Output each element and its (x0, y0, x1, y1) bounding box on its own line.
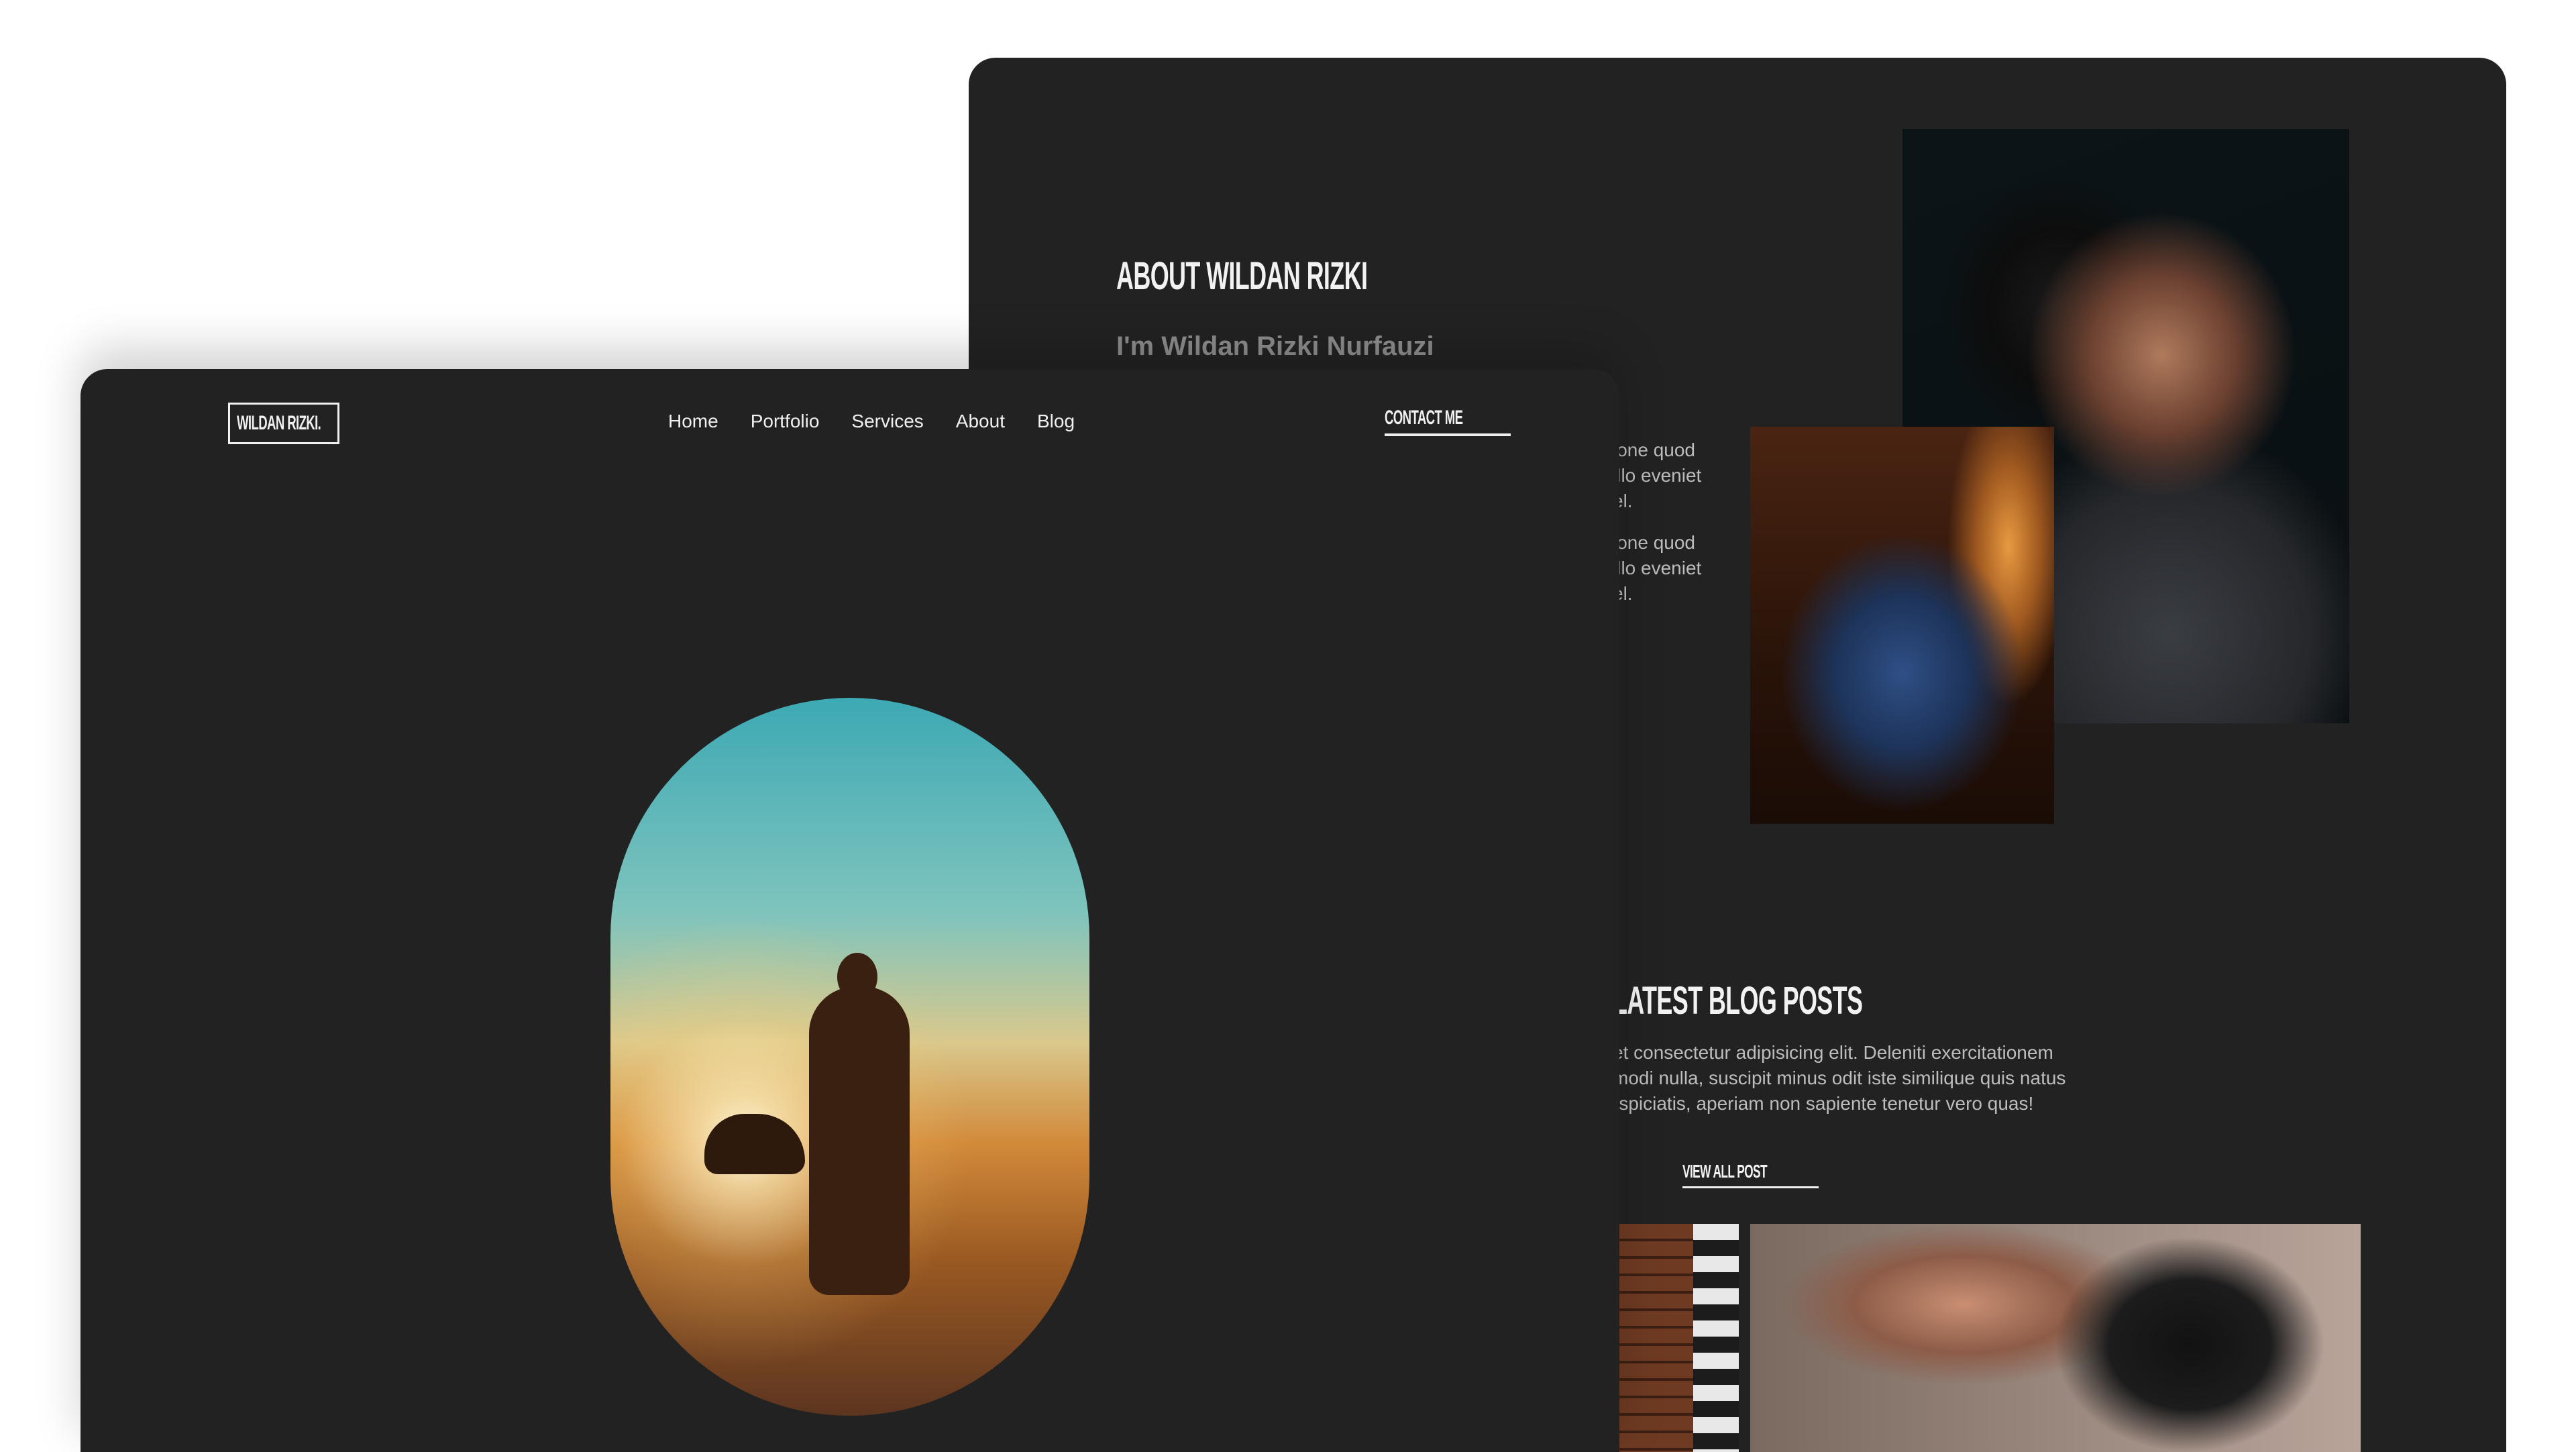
blog-thumbnail-left-detail (1693, 1224, 1739, 1452)
headline-line-2: PROFESSIONAL PHOTOGRAPHER. (458, 660, 1619, 794)
hero-headline: HELLO, I'M WILDAN RIZKI, A PROFESSIONAL … (80, 530, 1619, 793)
nav-item-services[interactable]: Services (851, 411, 923, 432)
about-paragraph-line: illo eveniet (1613, 558, 1702, 578)
blog-text-line: modi nulla, suscipit minus odit iste sim… (1613, 1068, 2066, 1088)
about-section-subtitle: I'm Wildan Rizki Nurfauzi (1116, 331, 1434, 361)
blog-section-title: LATEST BLOG POSTS (1613, 979, 1863, 1023)
tree-silhouette (704, 1114, 805, 1174)
blog-section-text: et consectetur adipisicing elit. Delenit… (1613, 1040, 2065, 1117)
about-paragraph-line: ione quod (1613, 532, 1696, 553)
about-small-photo (1750, 427, 2054, 824)
hero-photo (610, 698, 1089, 1416)
view-all-posts-link[interactable]: VIEW ALL POST (1682, 1161, 1819, 1188)
person-silhouette (809, 986, 910, 1295)
blog-thumbnail-right[interactable] (1750, 1224, 2361, 1452)
main-nav: Home Portfolio Services About Blog (668, 411, 1075, 432)
blog-text-line: rspiciatis, aperiam non sapiente tenetur… (1613, 1093, 2034, 1114)
nav-item-portfolio[interactable]: Portfolio (751, 411, 820, 432)
about-paragraph-line: ione quod (1613, 439, 1696, 460)
blog-text-line: et consectetur adipisicing elit. Delenit… (1613, 1042, 2053, 1063)
nav-item-blog[interactable]: Blog (1037, 411, 1075, 432)
site-logo[interactable]: WILDAN RIZKI. (228, 403, 339, 444)
contact-me-link[interactable]: CONTACT ME (1385, 407, 1511, 436)
nav-item-about[interactable]: About (956, 411, 1005, 432)
about-paragraph-line: illo eveniet (1613, 465, 1702, 486)
home-page-preview: WILDAN RIZKI. Home Portfolio Services Ab… (80, 369, 1619, 1452)
headline-line-1: HELLO, I'M WILDAN RIZKI, A (384, 529, 1378, 662)
nav-item-home[interactable]: Home (668, 411, 718, 432)
about-section-title: ABOUT WILDAN RIZKI (1116, 254, 1368, 298)
